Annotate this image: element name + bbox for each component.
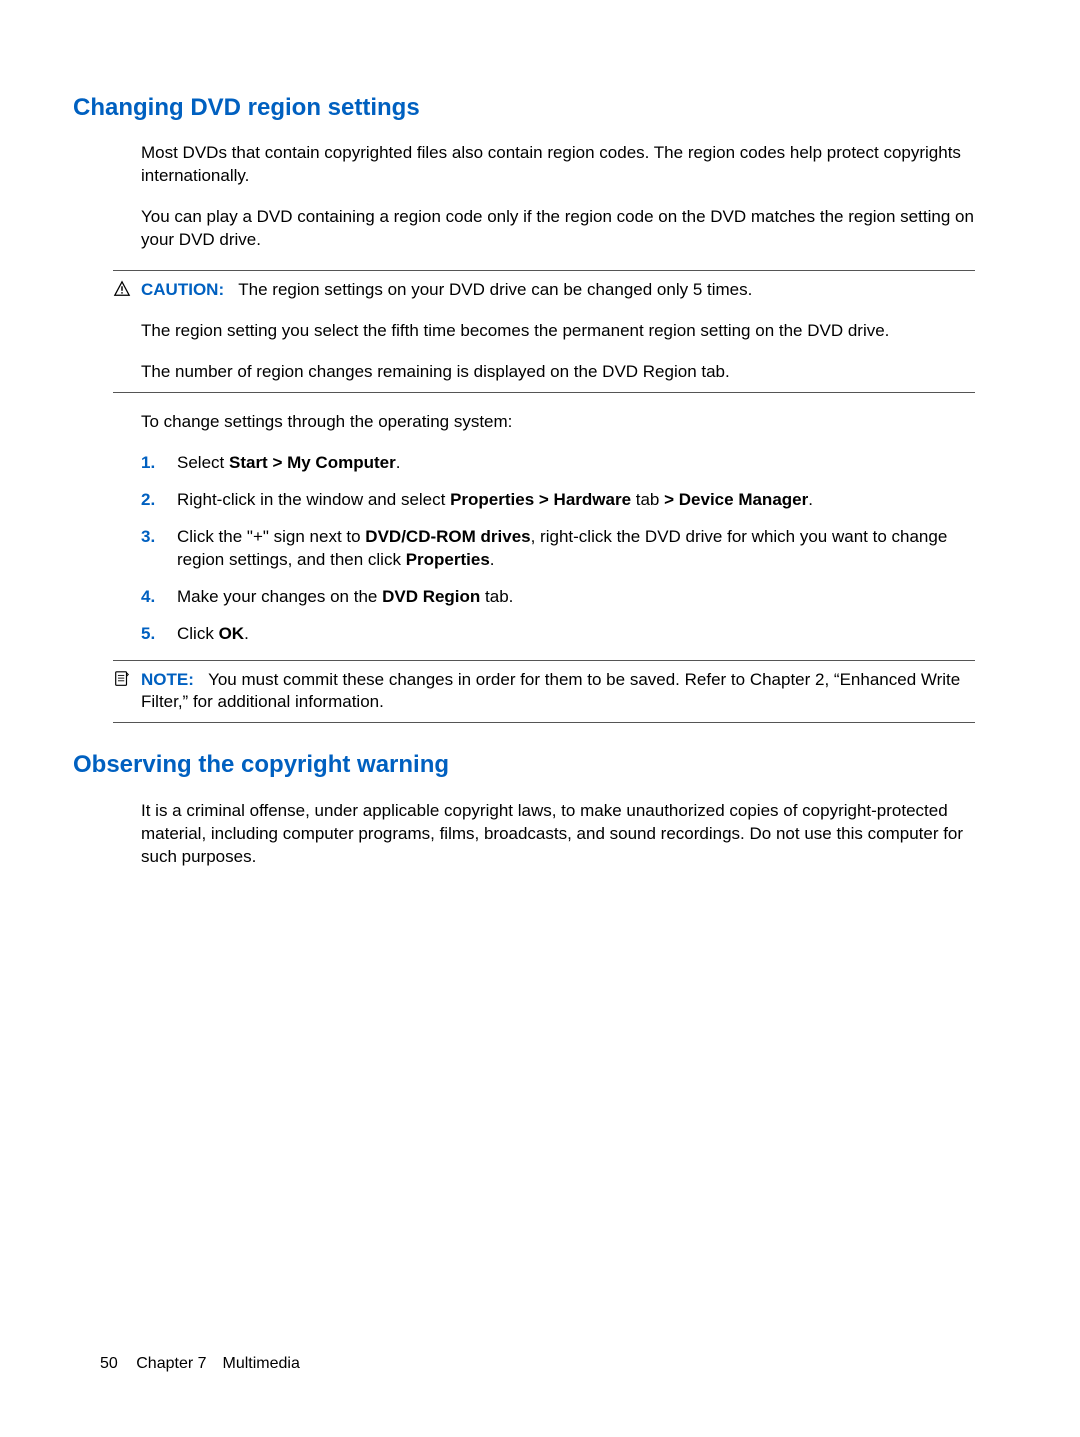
note-line: NOTE: You must commit these changes in o…: [141, 669, 975, 715]
page-number: 50: [100, 1353, 118, 1375]
caution-callout: CAUTION: The region settings on your DVD…: [113, 270, 975, 393]
body-block: To change settings through the operating…: [141, 411, 975, 434]
section-dvd-region: Changing DVD region settings Most DVDs t…: [73, 92, 975, 723]
page-footer: 50 Chapter 7 Multimedia: [100, 1353, 300, 1375]
step-number: 2.: [141, 489, 177, 512]
caution-line: CAUTION: The region settings on your DVD…: [141, 279, 975, 302]
caution-line: The number of region changes remaining i…: [141, 361, 975, 384]
step-number: 5.: [141, 623, 177, 646]
step-text: Select Start > My Computer.: [177, 452, 975, 475]
page-content: Changing DVD region settings Most DVDs t…: [0, 0, 1080, 869]
body-block: It is a criminal offense, under applicab…: [141, 800, 975, 869]
step-number: 3.: [141, 526, 177, 572]
step-text: Make your changes on the DVD Region tab.: [177, 586, 975, 609]
chapter-label: Chapter 7 Multimedia: [136, 1355, 300, 1372]
caution-label: CAUTION:: [141, 280, 224, 299]
paragraph: You can play a DVD containing a region c…: [141, 206, 975, 252]
note-body: NOTE: You must commit these changes in o…: [141, 669, 975, 715]
caution-icon: [113, 280, 133, 300]
step-text: Click OK.: [177, 623, 975, 646]
paragraph: Most DVDs that contain copyrighted files…: [141, 142, 975, 188]
step-item: 4. Make your changes on the DVD Region t…: [141, 586, 975, 609]
step-text: Click the "+" sign next to DVD/CD-ROM dr…: [177, 526, 975, 572]
step-item: 5. Click OK.: [141, 623, 975, 646]
paragraph: To change settings through the operating…: [141, 411, 975, 434]
step-item: 3. Click the "+" sign next to DVD/CD-ROM…: [141, 526, 975, 572]
note-label: NOTE:: [141, 670, 194, 689]
step-text: Right-click in the window and select Pro…: [177, 489, 975, 512]
caution-body: CAUTION: The region settings on your DVD…: [141, 279, 975, 384]
heading-copyright-warning: Observing the copyright warning: [73, 749, 975, 781]
heading-dvd-region: Changing DVD region settings: [73, 92, 975, 124]
body-block: Most DVDs that contain copyrighted files…: [141, 142, 975, 252]
section-copyright-warning: Observing the copyright warning It is a …: [73, 749, 975, 868]
step-number: 4.: [141, 586, 177, 609]
paragraph: It is a criminal offense, under applicab…: [141, 800, 975, 869]
step-number: 1.: [141, 452, 177, 475]
ordered-steps: 1. Select Start > My Computer. 2. Right-…: [141, 452, 975, 646]
note-text: You must commit these changes in order f…: [141, 670, 960, 712]
step-item: 1. Select Start > My Computer.: [141, 452, 975, 475]
caution-line: The region setting you select the fifth …: [141, 320, 975, 343]
step-item: 2. Right-click in the window and select …: [141, 489, 975, 512]
note-callout: NOTE: You must commit these changes in o…: [113, 660, 975, 724]
caution-text: The region settings on your DVD drive ca…: [238, 280, 752, 299]
note-icon: [113, 670, 133, 690]
